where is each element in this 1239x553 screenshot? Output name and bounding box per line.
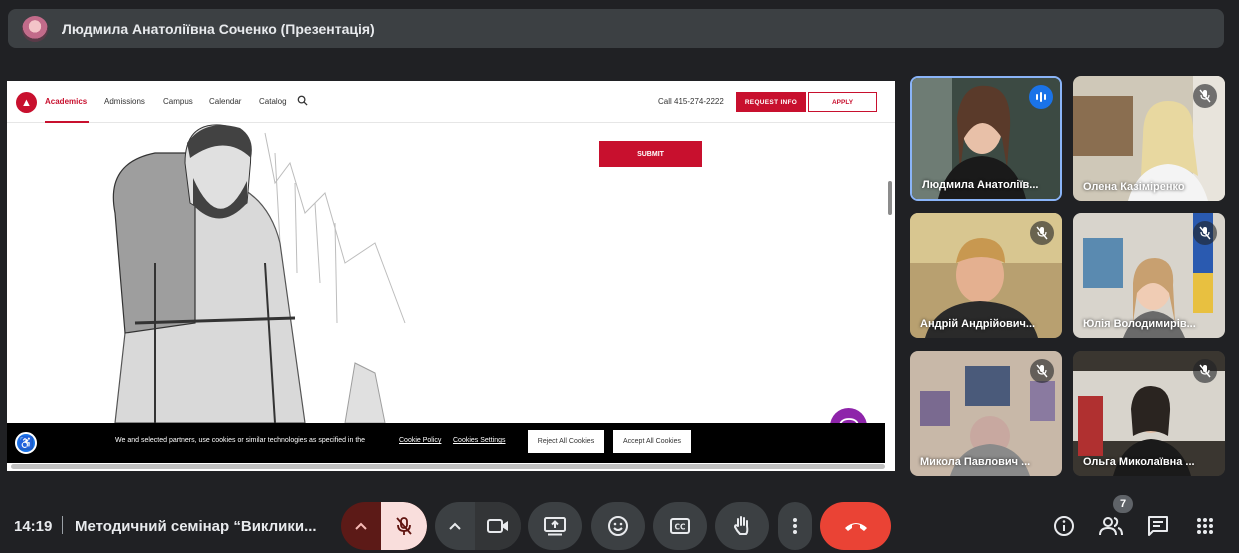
captions-icon: CC bbox=[670, 518, 690, 534]
presenter-bar: Людмила Анатоліївна Соченко (Презентація… bbox=[8, 9, 1224, 48]
cookie-settings-link[interactable]: Cookies Settings bbox=[453, 437, 506, 444]
mic-off-icon bbox=[396, 517, 412, 535]
participant-name: Ольга Миколаївна ... bbox=[1083, 456, 1195, 468]
info-icon bbox=[1054, 516, 1074, 536]
people-button[interactable] bbox=[1099, 514, 1123, 538]
hand-icon bbox=[733, 516, 749, 535]
request-info-button[interactable]: REQUEST INFO bbox=[736, 92, 806, 112]
speaking-indicator-icon bbox=[1029, 85, 1053, 109]
mic-options-button[interactable] bbox=[341, 502, 381, 550]
meeting-info-button[interactable] bbox=[1052, 514, 1076, 538]
apply-button[interactable]: APPLY bbox=[808, 92, 877, 112]
camera-toggle-button[interactable] bbox=[475, 502, 521, 550]
submit-button[interactable]: SUBMIT bbox=[599, 141, 702, 167]
participant-tile[interactable]: Юлія Володимирів... bbox=[1073, 213, 1225, 338]
accessibility-icon[interactable]: ♿ bbox=[15, 432, 37, 454]
search-icon[interactable] bbox=[297, 95, 308, 109]
people-icon bbox=[1099, 517, 1123, 536]
cookie-banner: ♿ We and selected partners, use cookies … bbox=[7, 423, 885, 463]
mic-off-icon bbox=[1193, 359, 1217, 383]
nav-academics[interactable]: Academics bbox=[45, 97, 87, 106]
chat-icon bbox=[1148, 516, 1168, 536]
participant-name: Олена Казіміренко bbox=[1083, 181, 1185, 193]
accept-cookies-button[interactable]: Accept All Cookies bbox=[613, 430, 691, 453]
nav-calendar[interactable]: Calendar bbox=[209, 97, 241, 106]
participant-tile[interactable]: Микола Павлович ... bbox=[910, 351, 1062, 476]
participant-tile[interactable]: Олена Казіміренко bbox=[1073, 76, 1225, 201]
site-logo-icon[interactable]: ▲ bbox=[16, 92, 37, 113]
apps-grid-icon bbox=[1197, 518, 1213, 534]
call-phone-link[interactable]: Call 415-274-2222 bbox=[658, 97, 724, 106]
more-vert-icon bbox=[793, 518, 797, 534]
chevron-up-icon bbox=[449, 522, 461, 530]
participant-name: Юлія Володимирів... bbox=[1083, 318, 1196, 330]
mic-off-icon bbox=[1030, 221, 1054, 245]
nav-campus[interactable]: Campus bbox=[163, 97, 193, 106]
horizontal-scrollbar[interactable] bbox=[11, 464, 885, 469]
participant-tile[interactable]: Андрій Андрійович... bbox=[910, 213, 1062, 338]
participant-name: Микола Павлович ... bbox=[920, 456, 1031, 468]
camera-control-group bbox=[435, 502, 521, 550]
presenter-avatar bbox=[22, 15, 48, 42]
hiker-illustration bbox=[75, 123, 410, 423]
hang-up-icon bbox=[844, 523, 867, 531]
meeting-title: Методичний семінар “Виклики... bbox=[75, 518, 317, 535]
cookie-text: We and selected partners, use cookies or… bbox=[115, 437, 366, 444]
camera-icon bbox=[487, 519, 508, 533]
mic-off-icon bbox=[1193, 84, 1217, 108]
mic-control-group bbox=[341, 502, 427, 550]
camera-options-button[interactable] bbox=[435, 502, 475, 550]
leave-call-button[interactable] bbox=[820, 502, 891, 550]
people-count-badge: 7 bbox=[1113, 495, 1133, 513]
svg-text:CC: CC bbox=[674, 523, 686, 532]
participant-tile[interactable]: Ольга Миколаївна ... bbox=[1073, 351, 1225, 476]
mic-off-icon bbox=[1030, 359, 1054, 383]
emoji-icon bbox=[608, 516, 628, 536]
chevron-up-icon bbox=[355, 522, 367, 530]
divider bbox=[62, 516, 63, 534]
mic-toggle-button[interactable] bbox=[381, 502, 427, 550]
participant-name: Андрій Андрійович... bbox=[920, 318, 1036, 330]
present-screen-button[interactable] bbox=[528, 502, 582, 550]
nav-admissions[interactable]: Admissions bbox=[104, 97, 145, 106]
presenter-title: Людмила Анатоліївна Соченко (Презентація… bbox=[62, 20, 375, 37]
chat-button[interactable] bbox=[1146, 514, 1170, 538]
mic-off-icon bbox=[1193, 221, 1217, 245]
captions-button[interactable]: CC bbox=[653, 502, 707, 550]
reactions-button[interactable] bbox=[591, 502, 645, 550]
reject-cookies-button[interactable]: Reject All Cookies bbox=[528, 430, 604, 453]
participant-tile[interactable]: Людмила Анатоліїв... bbox=[910, 76, 1062, 201]
shared-screen: ▲ Academics Admissions Campus Calendar C… bbox=[7, 81, 895, 471]
activities-button[interactable] bbox=[1193, 514, 1217, 538]
clock: 14:19 bbox=[14, 518, 53, 535]
site-nav: ▲ Academics Admissions Campus Calendar C… bbox=[7, 81, 895, 123]
cookie-policy-link[interactable]: Cookie Policy bbox=[399, 437, 441, 444]
vertical-scrollbar[interactable] bbox=[888, 181, 892, 215]
participant-name: Людмила Анатоліїв... bbox=[922, 179, 1039, 191]
present-screen-icon bbox=[544, 517, 566, 536]
nav-catalog[interactable]: Catalog bbox=[259, 97, 287, 106]
more-options-button[interactable] bbox=[778, 502, 812, 550]
raise-hand-button[interactable] bbox=[715, 502, 769, 550]
